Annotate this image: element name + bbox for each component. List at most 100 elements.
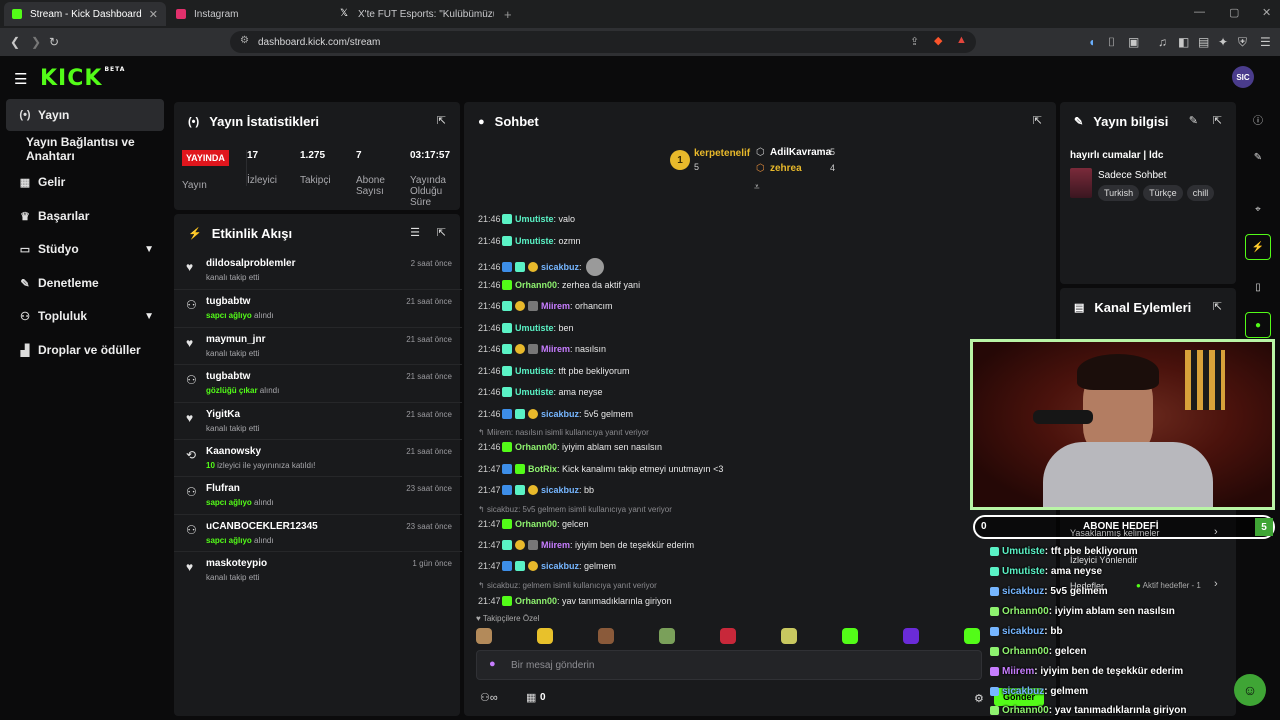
filter-icon[interactable]: ☰ — [410, 226, 420, 239]
info-icon[interactable]: ⓘ — [1245, 106, 1271, 132]
emote-icon[interactable] — [720, 628, 736, 644]
media-icon[interactable]: ♫ — [1158, 34, 1167, 50]
emote-icon[interactable] — [476, 628, 492, 644]
site-info-icon[interactable]: ⚙ — [240, 35, 249, 46]
chat-input[interactable]: ● Bir mesaj gönderin — [476, 650, 982, 680]
audio-icon[interactable]: ◖ — [1088, 34, 1095, 50]
event-username[interactable]: tugbabtw — [206, 371, 250, 382]
reload-icon[interactable]: ↻ — [49, 34, 59, 50]
message-username[interactable]: sicakbuz — [541, 409, 579, 419]
tab-instagram[interactable]: Instagram — [168, 2, 330, 26]
event-username[interactable]: Kaanowsky — [206, 446, 261, 457]
sidebar-item-studyo[interactable]: ▭ Stüdyo ▼ — [6, 233, 164, 265]
pencil-icon[interactable]: ✎ — [1245, 144, 1271, 170]
chat-settings-icon[interactable]: ⚙ — [974, 692, 984, 705]
address-bar[interactable]: dashboard.kick.com/stream ⚙ ⇪ ◆ ▲ — [230, 31, 976, 53]
message-username[interactable]: Umutiste — [515, 387, 554, 397]
message-username[interactable]: Umutiste — [515, 323, 554, 333]
message-username[interactable]: Umutiste — [515, 214, 554, 224]
emote-icon[interactable] — [964, 628, 980, 644]
chevron-right-icon[interactable]: › — [1214, 526, 1218, 538]
event-username[interactable]: maskoteypio — [206, 558, 267, 569]
emote-icon[interactable] — [842, 628, 858, 644]
hamburger-menu-icon[interactable]: ☰ — [14, 70, 27, 88]
top-gifter-name[interactable]: AdilKavrama — [770, 147, 831, 158]
message-username[interactable]: Miirem — [541, 301, 570, 311]
message-username[interactable]: Umutiste — [515, 366, 554, 376]
new-tab-button[interactable]: + — [496, 2, 516, 26]
sidebar-item-stream-key[interactable]: Yayın Bağlantısı ve Anahtarı — [6, 133, 176, 165]
message-username[interactable]: Orhann00 — [515, 519, 557, 529]
emote-icon[interactable] — [537, 628, 553, 644]
message-username[interactable]: Miirem — [541, 344, 570, 354]
event-username[interactable]: uCANBOCEKLER12345 — [206, 521, 318, 532]
sidebar-item-topluluk[interactable]: ⚇ Topluluk ▼ — [6, 300, 164, 332]
message-username[interactable]: Orhann00 — [515, 596, 557, 606]
sidebar-item-basarilar[interactable]: ♛ Başarılar — [6, 200, 164, 232]
minimize-icon[interactable]: — — [1194, 6, 1205, 18]
tab-kick-dashboard[interactable]: Stream - Kick Dashboard ✕ — [4, 2, 166, 26]
vpn-icon[interactable]: ⛨ — [1238, 34, 1247, 50]
rewards-icon[interactable]: ▲ — [956, 34, 967, 46]
emote-icon[interactable] — [903, 628, 919, 644]
popout-icon[interactable]: ⇱ — [437, 114, 446, 127]
message-username[interactable]: Orhann00 — [515, 442, 557, 452]
category-name[interactable]: Sadece Sohbet — [1098, 170, 1166, 181]
expand-leaderboard-icon[interactable]: ⩡ — [754, 182, 760, 193]
tag[interactable]: Turkish — [1098, 185, 1140, 201]
forward-icon[interactable]: ❯ — [31, 34, 41, 50]
emote-icon[interactable] — [781, 628, 797, 644]
sidebar-toggle-icon[interactable]: ◧ — [1178, 34, 1189, 50]
popout-icon[interactable]: ⇱ — [1213, 114, 1222, 127]
kick-logo[interactable]: KICK BETA — [40, 66, 125, 91]
screenshot-icon[interactable]: ⌷ — [1108, 34, 1115, 50]
chevron-right-icon[interactable]: › — [1214, 578, 1218, 590]
emote-icon[interactable] — [659, 628, 675, 644]
document-icon[interactable]: ▯ — [1245, 274, 1271, 300]
gallery-icon[interactable]: ▤ — [1198, 34, 1209, 50]
popout-icon[interactable]: ⇱ — [437, 226, 446, 239]
lightning-icon[interactable]: ⚡ — [1245, 234, 1271, 260]
close-tab-icon[interactable]: ✕ — [149, 8, 158, 21]
top-gifter-name[interactable]: kerpetenelif — [694, 148, 750, 159]
chat-icon[interactable]: ● — [1245, 312, 1271, 338]
event-username[interactable]: dildosalproblemler — [206, 258, 295, 269]
message-username[interactable]: sicakbuz — [541, 485, 579, 495]
message-username[interactable]: sicakbuz — [541, 262, 579, 272]
maximize-icon[interactable]: ▢ — [1229, 6, 1239, 19]
menu-icon[interactable]: ☰ — [1260, 34, 1271, 50]
share-icon[interactable]: ⇪ — [910, 35, 919, 48]
popout-icon[interactable]: ⇱ — [1033, 114, 1042, 127]
message-username[interactable]: Miirem — [541, 540, 570, 550]
brave-shield-icon[interactable]: ◆ — [934, 34, 942, 47]
popout-icon[interactable]: ⇱ — [1213, 300, 1222, 313]
tag[interactable]: chill — [1186, 185, 1215, 201]
top-gifter-name[interactable]: zehrea — [770, 163, 802, 174]
event-username[interactable]: YigitKa — [206, 409, 240, 420]
focus-icon[interactable]: ⌖ — [1245, 196, 1271, 222]
back-icon[interactable]: ❮ — [10, 34, 20, 50]
close-window-icon[interactable]: ✕ — [1262, 6, 1271, 19]
event-username[interactable]: Flufran — [206, 483, 240, 494]
tag[interactable]: Türkçe — [1143, 185, 1183, 201]
event-username[interactable]: maymun_jnr — [206, 334, 265, 345]
ai-icon[interactable]: ✦ — [1218, 34, 1228, 50]
edit-icon[interactable]: ✎ — [1189, 114, 1198, 127]
microphone-icon[interactable]: ● — [489, 658, 496, 670]
banned-words-link[interactable]: Yasaklanmış kelimeler — [1070, 528, 1159, 538]
sidebar-item-yayin[interactable]: (•) Yayın — [6, 99, 164, 131]
support-chat-icon[interactable]: ☺ — [1234, 674, 1266, 706]
message-username[interactable]: Umutiste — [515, 236, 554, 246]
tab-x[interactable]: 𝕏 X'te FUT Esports: "Kulübümüzün yen — [332, 2, 494, 26]
avatar[interactable]: SIC — [1232, 66, 1254, 88]
sidebar-item-gelir[interactable]: ▦ Gelir — [6, 166, 164, 198]
pip-icon[interactable]: ▣ — [1128, 34, 1139, 50]
event-username[interactable]: tugbabtw — [206, 296, 250, 307]
points-icon[interactable]: ⚇∞ — [480, 691, 498, 704]
store-icon[interactable]: ▦ — [526, 691, 536, 704]
message-username[interactable]: sicakbuz — [541, 561, 579, 571]
message-username[interactable]: Orhann00 — [515, 280, 557, 290]
sidebar-item-denetleme[interactable]: ✎ Denetleme — [6, 267, 164, 299]
sidebar-item-droplar[interactable]: ▟ Droplar ve ödüller — [6, 334, 164, 366]
emote-icon[interactable] — [598, 628, 614, 644]
